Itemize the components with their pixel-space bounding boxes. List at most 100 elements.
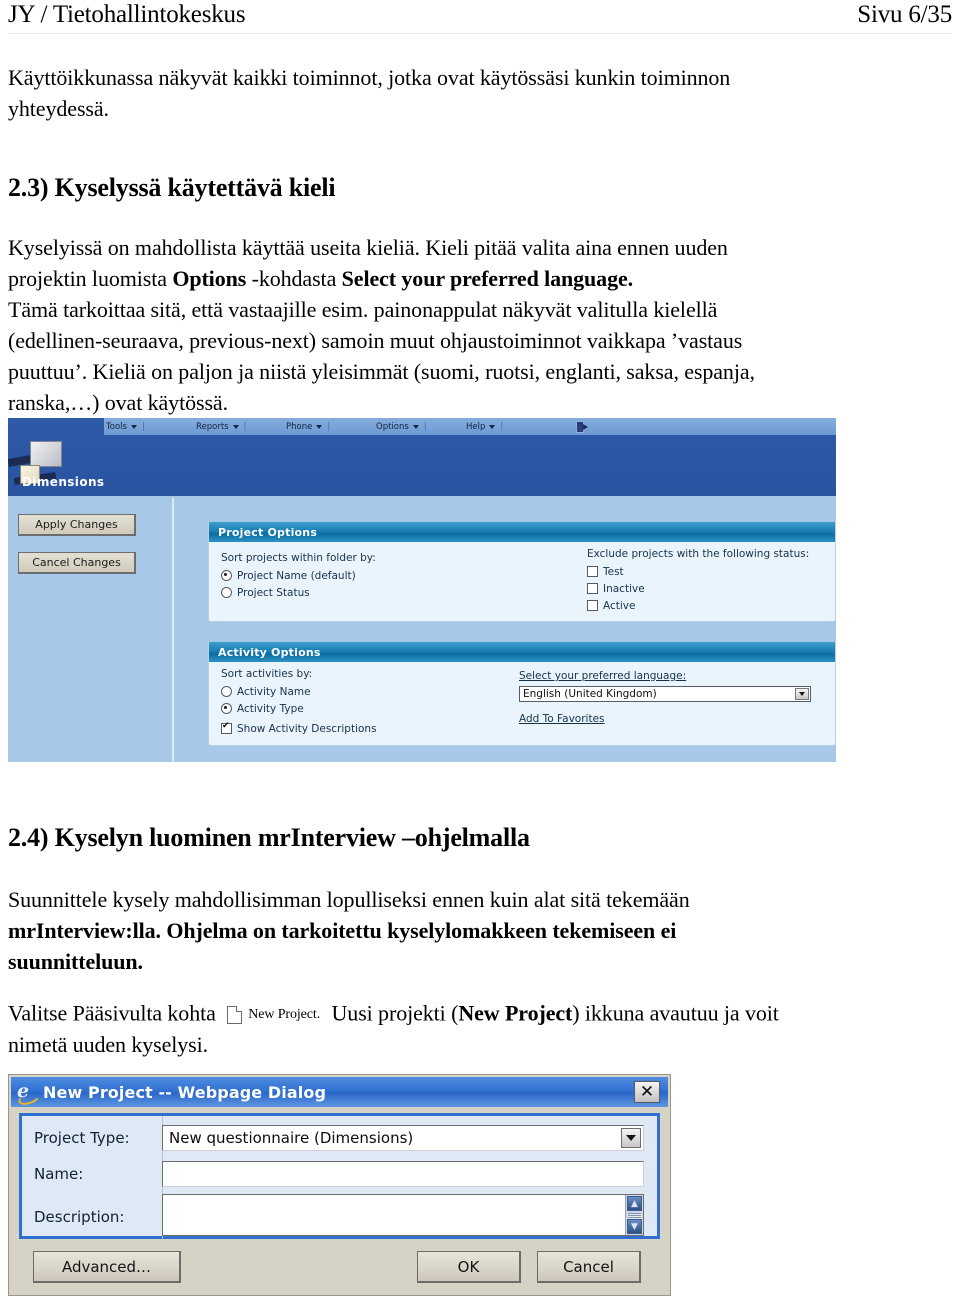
- description-scrollbar[interactable]: ▲ ▼: [625, 1195, 643, 1235]
- menu-separator: |: [500, 421, 504, 432]
- chevron-down-icon: [412, 424, 419, 429]
- advanced-button[interactable]: Advanced…: [33, 1251, 181, 1283]
- dialog-form: Project Type: New questionnaire (Dimensi…: [19, 1113, 660, 1242]
- s24-np-line-b: Uusi projekti (: [331, 1000, 459, 1026]
- dialog-row-name: Name:: [22, 1158, 657, 1190]
- radio-activity-type-label: Activity Type: [237, 702, 304, 715]
- header-divider: [8, 33, 952, 34]
- project-type-select[interactable]: New questionnaire (Dimensions): [162, 1125, 644, 1151]
- project-sort-label: Sort projects within folder by:: [221, 552, 376, 564]
- intro-line-2: yhteydessä.: [8, 96, 109, 121]
- s24-line-2-bold: mrInterview:lla. Ohjelma on tarkoitettu …: [8, 918, 677, 943]
- section-2-4-heading: 2.4) Kyselyn luominen mrInterview –ohjel…: [8, 823, 530, 852]
- chevron-down-icon: [232, 424, 239, 429]
- dialog-row-description: Description: ▲ ▼: [22, 1194, 657, 1240]
- project-type-label: Project Type:: [34, 1129, 130, 1147]
- name-label: Name:: [34, 1165, 84, 1183]
- dimensions-menubar[interactable]: Tools | Reports | Phone | Options | Help…: [104, 418, 836, 435]
- ok-button[interactable]: OK: [417, 1251, 521, 1283]
- s23-line-2b: -kohdasta: [246, 266, 342, 291]
- checkbox-icon: [587, 566, 598, 577]
- radio-activity-type[interactable]: Activity Type: [221, 701, 377, 716]
- cancel-changes-button[interactable]: Cancel Changes: [18, 552, 136, 574]
- scroll-down-icon[interactable]: ▼: [627, 1219, 642, 1234]
- radio-icon: [221, 570, 232, 581]
- chevron-down-icon: [316, 424, 323, 429]
- apply-changes-button[interactable]: Apply Changes: [18, 514, 136, 536]
- checkbox-exclude-active-label: Active: [603, 599, 636, 612]
- activity-options-panel: Activity Options Sort activities by: Act…: [208, 642, 836, 746]
- radio-icon: [221, 686, 232, 697]
- radio-project-status-label: Project Status: [237, 586, 310, 599]
- menu-item-phone[interactable]: Phone |: [284, 422, 374, 432]
- s23-line-1: Kyselyissä on mahdollista käyttää useita…: [8, 235, 728, 260]
- radio-activity-name[interactable]: Activity Name: [221, 684, 377, 699]
- s23-line-4: (edellinen-seuraava, previous-next) samo…: [8, 328, 743, 353]
- checkbox-show-activity-descriptions-label: Show Activity Descriptions: [237, 722, 377, 735]
- menu-separator: |: [327, 421, 331, 432]
- checkbox-icon: [587, 600, 598, 611]
- radio-project-status[interactable]: Project Status: [221, 585, 376, 600]
- s23-line-3: Tämä tarkoittaa sitä, että vastaajille e…: [8, 297, 718, 322]
- checkbox-exclude-test-label: Test: [603, 565, 624, 578]
- s24-np-line-d: nimetä uuden kyselysi.: [8, 1031, 209, 1057]
- menu-separator: |: [141, 421, 145, 432]
- language-group: Select your preferred language: English …: [519, 670, 819, 725]
- s24-np-bold: New Project: [458, 1000, 573, 1026]
- menu-item-help[interactable]: Help |: [464, 422, 554, 432]
- close-icon[interactable]: ✕: [634, 1081, 660, 1103]
- page-header: JY / Tietohallintokeskus Sivu 6/35: [8, 0, 952, 34]
- project-options-panel: Project Options Sort projects within fol…: [208, 522, 836, 622]
- name-input[interactable]: [162, 1161, 644, 1187]
- header-page-number: Sivu 6/35: [857, 1, 952, 28]
- s23-select-language-bold: Select your preferred language.: [341, 266, 634, 291]
- preferred-language-label: Select your preferred language:: [519, 670, 687, 682]
- intro-paragraph: Käyttöikkunassa näkyvät kaikki toiminnot…: [8, 62, 948, 124]
- intro-line-1: Käyttöikkunassa näkyvät kaikki toiminnot…: [8, 65, 731, 90]
- chevron-down-icon[interactable]: [795, 688, 809, 700]
- activity-options-title: Activity Options: [209, 642, 835, 662]
- checkbox-exclude-inactive[interactable]: Inactive: [587, 581, 809, 596]
- section-2-4-body: Suunnittele kysely mahdollisimman lopull…: [8, 884, 948, 977]
- s23-line-6: ranska,…) ovat käytössä.: [8, 390, 228, 415]
- menu-item-options[interactable]: Options |: [374, 422, 464, 432]
- add-to-favorites-link[interactable]: Add To Favorites: [519, 713, 605, 725]
- chevron-down-icon: [130, 424, 137, 429]
- chevron-down-icon[interactable]: [621, 1128, 641, 1148]
- section-2-4-new-project-paragraph: Valitse Pääsivulta kohta New Project. Uu…: [8, 996, 948, 1060]
- dimensions-left-pane: Apply Changes Cancel Changes: [8, 498, 174, 762]
- activity-sort-label: Sort activities by:: [221, 668, 313, 680]
- checkbox-icon: [587, 583, 598, 594]
- s24-line-1: Suunnittele kysely mahdollisimman lopull…: [8, 887, 690, 912]
- preferred-language-value: English (United Kingdom): [523, 688, 657, 700]
- menu-item-phone-label: Phone: [286, 421, 313, 432]
- dialog-title: New Project -- Webpage Dialog: [43, 1082, 326, 1102]
- logout-icon[interactable]: [576, 420, 588, 433]
- cancel-button[interactable]: Cancel: [537, 1251, 641, 1283]
- s23-line-5: puuttuu’. Kieliä on paljon ja niistä yle…: [8, 359, 755, 384]
- description-textarea[interactable]: ▲ ▼: [162, 1194, 644, 1236]
- s24-np-line-a: Valitse Pääsivulta kohta: [8, 1000, 216, 1026]
- dialog-button-bar: Advanced… OK Cancel: [9, 1247, 670, 1291]
- checkbox-icon: [221, 721, 232, 734]
- checkbox-show-activity-descriptions[interactable]: Show Activity Descriptions: [221, 721, 377, 736]
- section-2-3-heading: 2.3) Kyselyssä käytettävä kieli: [8, 173, 336, 202]
- dialog-row-project-type: Project Type: New questionnaire (Dimensi…: [22, 1122, 657, 1154]
- new-project-icon-caption: New Project.: [248, 1007, 321, 1022]
- menu-item-tools[interactable]: Tools |: [104, 422, 194, 432]
- new-project-dialog-screenshot: e New Project -- Webpage Dialog ✕ Projec…: [8, 1074, 671, 1296]
- new-project-page-icon: [227, 1005, 243, 1024]
- checkbox-exclude-test[interactable]: Test: [587, 564, 809, 579]
- dimensions-content-pane: Project Options Sort projects within fol…: [174, 498, 836, 762]
- menu-item-reports[interactable]: Reports |: [194, 422, 284, 432]
- dialog-titlebar: e New Project -- Webpage Dialog ✕: [11, 1077, 668, 1108]
- dimensions-app-screenshot: Tools | Reports | Phone | Options | Help…: [8, 418, 836, 762]
- scroll-up-icon[interactable]: ▲: [627, 1196, 642, 1211]
- project-type-value: New questionnaire (Dimensions): [169, 1129, 414, 1147]
- radio-project-name[interactable]: Project Name (default): [221, 568, 376, 583]
- preferred-language-select[interactable]: English (United Kingdom): [519, 686, 811, 702]
- s24-line-3-bold: suunnitteluun.: [8, 949, 143, 974]
- s23-line-2a: projektin luomista: [8, 266, 173, 291]
- checkbox-exclude-active[interactable]: Active: [587, 598, 809, 613]
- project-sort-group: Sort projects within folder by: Project …: [221, 552, 376, 602]
